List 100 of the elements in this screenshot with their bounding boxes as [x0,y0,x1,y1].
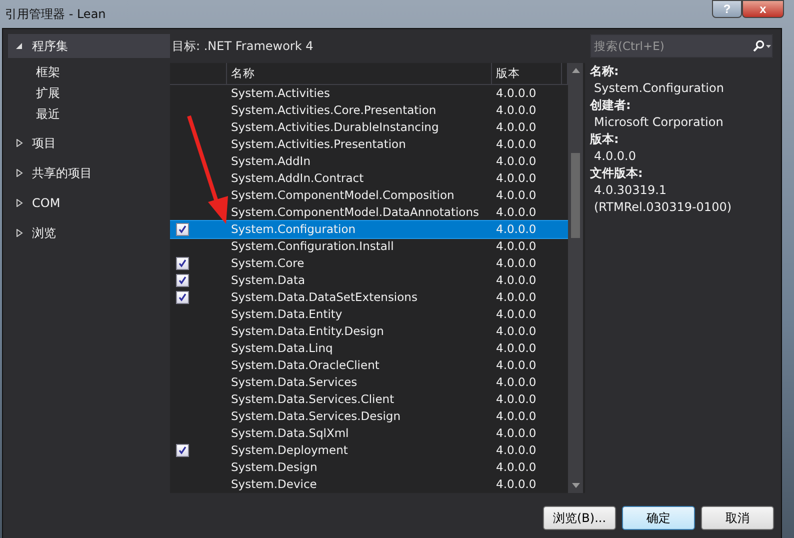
sidebar-subitem[interactable]: 框架 [8,62,170,83]
scroll-down-icon[interactable] [572,483,580,488]
table-cell-text: System.Activities [230,85,332,102]
detail-value: 4.0.30319.1 [593,182,668,199]
assembly-row[interactable]: System.Core 4.0.0.0 [170,255,568,272]
table-cell-text: System.Design [230,459,318,476]
search-icon[interactable] [752,40,772,52]
expanded-icon[interactable] [16,42,23,50]
table-cell-text: System.Activities.Core.Presentation [230,102,438,119]
table-cell-text: System.Data.Services [230,374,358,391]
checkbox[interactable] [176,223,189,236]
assembly-row[interactable]: System.AddIn 4.0.0.0 [170,153,568,170]
assembly-row[interactable]: System.ComponentModel.Composition 4.0.0.0 [170,187,568,204]
collapsed-icon[interactable] [16,199,23,207]
detail-label: 文件版本: [590,165,644,182]
assembly-row[interactable]: System.Activities 4.0.0.0 [170,85,568,102]
collapsed-icon[interactable] [16,169,23,177]
assembly-row[interactable]: System.Activities.Presentation 4.0.0.0 [170,136,568,153]
table-cell-text: System.Data.DataSetExtensions [230,289,418,306]
table-cell-text: 4.0.0.0 [495,221,538,238]
table-cell-text: 4.0.0.0 [495,323,538,340]
collapsed-icon[interactable] [16,229,23,237]
table-cell-text: 4.0.0.0 [495,238,538,255]
checkbox[interactable] [176,274,189,287]
scrollbar[interactable] [568,63,583,493]
detail-label: 名称: [590,63,620,80]
table-cell-text: System.Data.Services.Client [230,391,396,408]
table-cell-text: System.Configuration.Install [230,238,395,255]
assembly-row[interactable]: System.Data.Entity.Design 4.0.0.0 [170,323,568,340]
table-cell-text: System.ComponentModel.Composition [230,187,456,204]
table-cell-text: System.Device [230,476,318,493]
assembly-row[interactable]: System.Data.Linq 4.0.0.0 [170,340,568,357]
scroll-up-icon[interactable] [572,68,580,73]
table-cell-text: 4.0.0.0 [495,102,538,119]
assembly-row[interactable]: System.ComponentModel.DataAnnotations 4.0.0.0 [170,204,568,221]
detail-value: Microsoft Corporation [593,114,724,131]
table-cell-text: 4.0.0.0 [495,272,538,289]
search-box[interactable]: 搜索(Ctrl+E) [590,34,773,58]
assembly-row[interactable]: System.Data.OracleClient 4.0.0.0 [170,357,568,374]
dialog-button[interactable]: 取消 [701,506,774,530]
table-cell-text: System.Core [230,255,306,272]
collapsed-icon[interactable] [16,139,23,147]
sidebar-subitem[interactable]: 最近 [8,104,170,125]
table-cell-text: 4.0.0.0 [495,340,538,357]
table-cell-text: 4.0.0.0 [495,442,538,459]
table-cell-text: System.Data.OracleClient [230,357,380,374]
table-cell-text: 4.0.0.0 [495,408,538,425]
assembly-row[interactable]: System.Data.Services.Client 4.0.0.0 [170,391,568,408]
table-cell-text: System.Data [230,272,306,289]
table-cell-text: 4.0.0.0 [495,187,538,204]
assembly-row[interactable]: System.Data.DataSetExtensions 4.0.0.0 [170,289,568,306]
assembly-row[interactable]: System.Configuration 4.0.0.0 [170,221,568,238]
table-cell-text: 4.0.0.0 [495,357,538,374]
table-cell-text: 4.0.0.0 [495,476,538,493]
column-header[interactable]: 名称 [227,63,492,84]
table-cell-text: System.Data.SqlXml [230,425,350,442]
sidebar-item[interactable]: 浏览 [8,221,170,245]
assembly-row[interactable]: System.Data.Services 4.0.0.0 [170,374,568,391]
assembly-row[interactable]: System.Activities.Core.Presentation 4.0.0.0 [170,102,568,119]
table-cell-text: 4.0.0.0 [495,306,538,323]
sidebar-item[interactable]: COM [8,191,170,215]
table-cell-text: System.ComponentModel.DataAnnotations [230,204,480,221]
sidebar-item[interactable]: 共享的项目 [8,161,170,185]
table-cell-text: 4.0.0.0 [495,119,538,136]
table-cell-text: 4.0.0.0 [495,204,538,221]
column-header[interactable]: 版本 [492,63,562,84]
table-cell-text: System.Deployment [230,442,349,459]
close-button[interactable]: x [742,0,784,18]
sidebar-item[interactable]: 程序集 [8,34,170,58]
assembly-row[interactable]: System.Device 4.0.0.0 [170,476,568,493]
search-field[interactable]: 搜索(Ctrl+E) [591,35,752,57]
checkbox[interactable] [176,257,189,270]
dialog-button[interactable]: 浏览(B)... [543,506,616,530]
assembly-row[interactable]: System.Data.Services.Design 4.0.0.0 [170,408,568,425]
assembly-row[interactable]: System.AddIn.Contract 4.0.0.0 [170,170,568,187]
table-cell-text: System.Data.Entity.Design [230,323,385,340]
assembly-row[interactable]: System.Deployment 4.0.0.0 [170,442,568,459]
table-cell-text: 4.0.0.0 [495,425,538,442]
table-cell-text: 4.0.0.0 [495,391,538,408]
table-cell-text: System.Data.Linq [230,340,334,357]
table-cell-text: System.Data.Services.Design [230,408,402,425]
table-cell-text: 4.0.0.0 [495,374,538,391]
table-cell-text: 4.0.0.0 [495,255,538,272]
table-cell-text: System.Activities.Presentation [230,136,407,153]
scrollbar-thumb[interactable] [571,153,580,238]
assembly-row[interactable]: System.Data.SqlXml 4.0.0.0 [170,425,568,442]
table-cell-text: 4.0.0.0 [495,153,538,170]
table-cell-text: 4.0.0.0 [495,85,538,102]
checkbox[interactable] [176,444,189,457]
dialog-button[interactable]: 确定 [622,506,695,530]
assembly-row[interactable]: System.Design 4.0.0.0 [170,459,568,476]
assembly-row[interactable]: System.Data 4.0.0.0 [170,272,568,289]
assembly-row[interactable]: System.Data.Entity 4.0.0.0 [170,306,568,323]
table-cell-text: 4.0.0.0 [495,459,538,476]
detail-value: System.Configuration [593,80,725,97]
assembly-row[interactable]: System.Configuration.Install 4.0.0.0 [170,238,568,255]
assembly-row[interactable]: System.Activities.DurableInstancing 4.0.0.0 [170,119,568,136]
sidebar-subitem[interactable]: 扩展 [8,83,170,104]
checkbox[interactable] [176,291,189,304]
sidebar-item[interactable]: 项目 [8,131,170,155]
